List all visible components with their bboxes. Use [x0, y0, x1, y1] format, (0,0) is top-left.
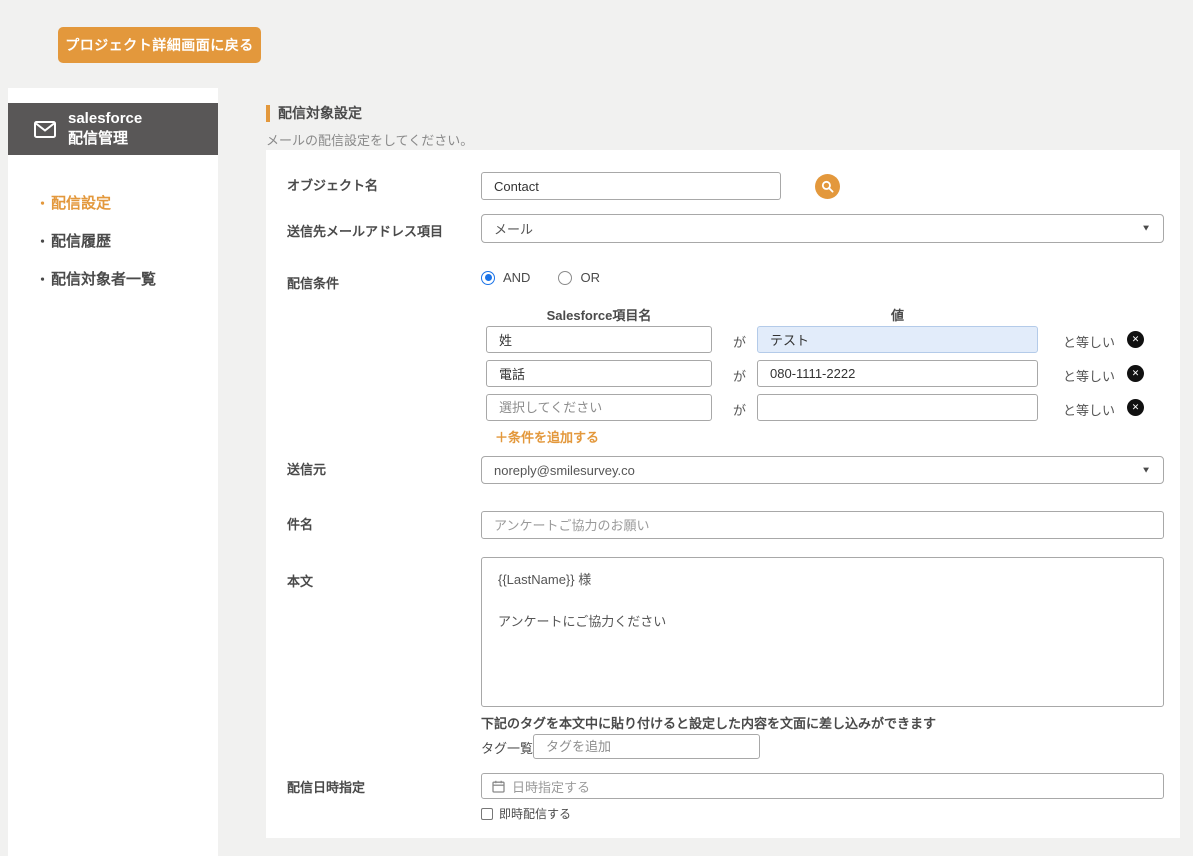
title-accent-bar	[266, 104, 270, 122]
condition-value-input[interactable]	[757, 394, 1038, 421]
condition-operator: と等しい	[1063, 335, 1116, 350]
schedule-label: 配信日時指定	[287, 780, 366, 795]
condition-operator: と等しい	[1063, 403, 1116, 418]
email-field-select[interactable]: メール ▼	[481, 214, 1164, 243]
radio-or-icon	[558, 270, 573, 285]
close-icon: ✕	[1131, 368, 1140, 378]
sidebar-item-recipient-list[interactable]: ・ 配信対象者一覧	[8, 259, 218, 297]
sender-select[interactable]: noreply@smilesurvey.co ▼	[481, 456, 1164, 484]
sidebar-item-label: 配信履歴	[51, 232, 112, 250]
remove-condition-button[interactable]: ✕	[1127, 399, 1144, 416]
column-header-field: Salesforce項目名	[546, 308, 652, 323]
bullet-icon: ・	[36, 233, 50, 249]
radio-or[interactable]: OR	[558, 270, 600, 285]
sidebar-item-delivery-settings[interactable]: ・ 配信設定	[8, 183, 218, 221]
checkbox-icon	[481, 807, 493, 820]
sidebar: salesforce 配信管理 ・ 配信設定 ・ 配信履歴 ・ 配信対象者一覧	[8, 88, 218, 856]
sender-selected-value: noreply@smilesurvey.co	[494, 462, 635, 478]
email-field-label: 送信先メールアドレス項目	[287, 224, 444, 239]
page-title: 配信対象設定	[266, 103, 473, 123]
add-condition-link[interactable]: ＋条件を追加する	[495, 427, 599, 446]
screen: プロジェクト詳細画面に戻る salesforce 配信管理 ・ 配信設定 ・ 配…	[0, 0, 1193, 856]
condition-connector: が	[733, 403, 747, 418]
sender-label: 送信元	[287, 462, 327, 477]
tag-note: 下記のタグを本文中に貼り付けると設定した内容を文面に差し込みができます	[481, 716, 937, 731]
immediate-delivery-option[interactable]: 即時配信する	[481, 805, 571, 822]
radio-and[interactable]: AND	[481, 270, 530, 285]
mail-icon	[34, 120, 56, 138]
condition-connector: が	[733, 369, 747, 384]
chevron-down-icon: ▼	[1141, 223, 1151, 234]
search-button[interactable]	[815, 174, 840, 199]
back-to-project-button[interactable]: プロジェクト詳細画面に戻る	[58, 27, 261, 63]
section-head: 配信対象設定 メールの配信設定をしてください。	[266, 103, 473, 149]
search-icon	[821, 180, 834, 193]
radio-and-icon	[481, 270, 495, 285]
sidebar-header: salesforce 配信管理	[8, 103, 218, 155]
sidebar-item-delivery-history[interactable]: ・ 配信履歴	[8, 221, 218, 259]
sidebar-item-label: 配信設定	[51, 194, 112, 212]
calendar-icon	[492, 780, 505, 793]
remove-condition-button[interactable]: ✕	[1127, 365, 1144, 382]
object-name-input[interactable]	[481, 172, 781, 200]
chevron-down-icon: ▼	[1141, 465, 1151, 475]
condition-value-input[interactable]	[757, 326, 1038, 353]
schedule-datetime-input[interactable]: 日時指定する	[481, 773, 1164, 799]
conditions-label: 配信条件	[287, 276, 340, 291]
close-icon: ✕	[1131, 334, 1140, 344]
condition-value-input[interactable]	[757, 360, 1038, 387]
radio-and-label: AND	[503, 270, 531, 285]
condition-field-input[interactable]	[486, 326, 712, 353]
object-name-label: オブジェクト名	[287, 178, 379, 193]
remove-condition-button[interactable]: ✕	[1127, 331, 1144, 348]
page-subtitle: メールの配信設定をしてください。	[266, 133, 474, 148]
sidebar-item-label: 配信対象者一覧	[51, 270, 157, 288]
tag-add-input[interactable]	[533, 734, 760, 759]
condition-connector: が	[733, 335, 747, 350]
page-title-text: 配信対象設定	[278, 105, 362, 121]
subject-input[interactable]	[481, 511, 1164, 539]
condition-field-input[interactable]	[486, 360, 712, 387]
sidebar-nav: ・ 配信設定 ・ 配信履歴 ・ 配信対象者一覧	[8, 183, 218, 297]
subject-label: 件名	[287, 517, 314, 532]
condition-field-input[interactable]	[486, 394, 712, 421]
sidebar-title: salesforce 配信管理	[68, 109, 142, 150]
bullet-icon: ・	[36, 271, 50, 287]
sidebar-title-line1: salesforce	[68, 109, 143, 127]
email-field-selected-value: メール	[494, 222, 534, 237]
body-label: 本文	[287, 574, 314, 589]
body-textarea[interactable]: {{LastName}} 様 アンケートにご協力ください	[481, 557, 1164, 707]
operator-radio-group: AND OR	[481, 270, 600, 285]
tag-list-label: タグ一覧	[481, 741, 534, 756]
schedule-placeholder: 日時指定する	[512, 779, 591, 795]
column-header-value: 値	[890, 308, 904, 323]
close-icon: ✕	[1131, 402, 1140, 412]
delivery-settings-panel: オブジェクト名 送信先メールアドレス項目 メール ▼ 配信条件 AND	[266, 150, 1180, 838]
condition-operator: と等しい	[1063, 369, 1116, 384]
immediate-delivery-label: 即時配信する	[499, 807, 572, 821]
sidebar-title-line2: 配信管理	[68, 130, 129, 147]
radio-or-label: OR	[580, 270, 600, 285]
bullet-icon: ・	[36, 195, 50, 211]
